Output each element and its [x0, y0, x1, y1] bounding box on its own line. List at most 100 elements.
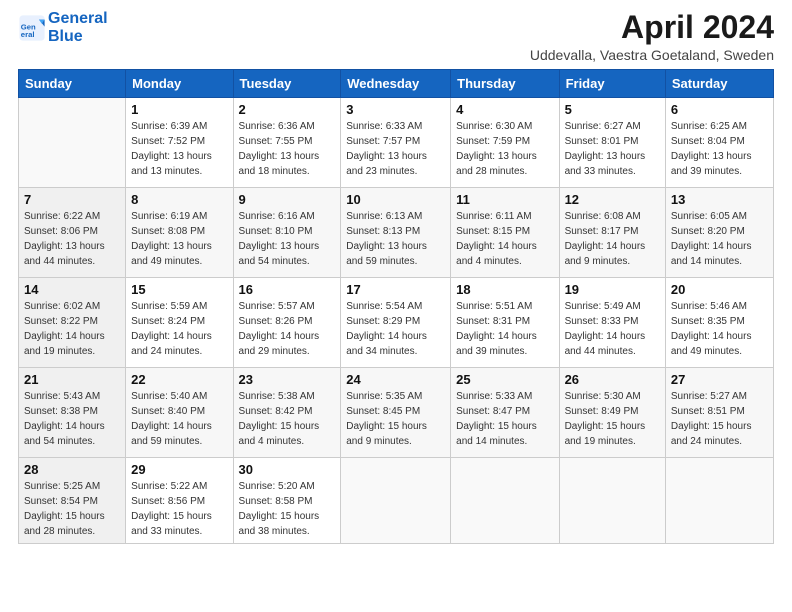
- calendar-cell: 10 Sunrise: 6:13 AM Sunset: 8:13 PM Dayli…: [341, 188, 451, 278]
- day-info: Sunrise: 6:16 AM Sunset: 8:10 PM Dayligh…: [239, 209, 336, 269]
- calendar-cell: 26 Sunrise: 5:30 AM Sunset: 8:49 PM Dayli…: [559, 368, 665, 458]
- day-number: 10: [346, 192, 445, 207]
- day-info: Sunrise: 5:20 AM Sunset: 8:58 PM Dayligh…: [239, 479, 336, 539]
- day-info: Sunrise: 5:22 AM Sunset: 8:56 PM Dayligh…: [131, 479, 227, 539]
- week-row-1: 1 Sunrise: 6:39 AM Sunset: 7:52 PM Daylig…: [19, 98, 774, 188]
- week-row-5: 28Sunrise: 5:25 AM Sunset: 8:54 PM Dayli…: [19, 458, 774, 544]
- calendar-cell: 14 Sunrise: 6:02 AM Sunset: 8:22 PM Dayli…: [19, 278, 126, 368]
- col-header-thursday: Thursday: [451, 70, 559, 98]
- day-info: Sunrise: 5:54 AM Sunset: 8:29 PM Dayligh…: [346, 299, 445, 359]
- calendar-cell: [19, 98, 126, 188]
- day-number: 20: [671, 282, 768, 297]
- day-number: 23: [239, 372, 336, 387]
- day-number: 12: [565, 192, 660, 207]
- week-row-2: 7Sunrise: 6:22 AM Sunset: 8:06 PM Daylig…: [19, 188, 774, 278]
- calendar-cell: 11 Sunrise: 6:11 AM Sunset: 8:15 PM Dayli…: [451, 188, 559, 278]
- day-info: Sunrise: 5:40 AM Sunset: 8:40 PM Dayligh…: [131, 389, 227, 449]
- day-info: Sunrise: 6:02 AM Sunset: 8:22 PM Dayligh…: [24, 299, 120, 359]
- calendar-cell: 15Sunrise: 5:59 AM Sunset: 8:24 PM Dayli…: [126, 278, 233, 368]
- title-block: April 2024 Uddevalla, Vaestra Goetaland,…: [530, 10, 774, 63]
- day-number: 14: [24, 282, 120, 297]
- day-number: 4: [456, 102, 553, 117]
- day-info: Sunrise: 5:46 AM Sunset: 8:35 PM Dayligh…: [671, 299, 768, 359]
- day-number: 6: [671, 102, 768, 117]
- day-info: Sunrise: 6:05 AM Sunset: 8:20 PM Dayligh…: [671, 209, 768, 269]
- day-info: Sunrise: 6:25 AM Sunset: 8:04 PM Dayligh…: [671, 119, 768, 179]
- calendar-header-row: SundayMondayTuesdayWednesdayThursdayFrid…: [19, 70, 774, 98]
- day-number: 25: [456, 372, 553, 387]
- col-header-friday: Friday: [559, 70, 665, 98]
- calendar-cell: 6 Sunrise: 6:25 AM Sunset: 8:04 PM Daylig…: [665, 98, 773, 188]
- day-number: 13: [671, 192, 768, 207]
- calendar-cell: 22 Sunrise: 5:40 AM Sunset: 8:40 PM Dayli…: [126, 368, 233, 458]
- day-info: Sunrise: 5:27 AM Sunset: 8:51 PM Dayligh…: [671, 389, 768, 449]
- svg-text:eral: eral: [21, 30, 35, 39]
- day-number: 19: [565, 282, 660, 297]
- calendar-cell: 19 Sunrise: 5:49 AM Sunset: 8:33 PM Dayli…: [559, 278, 665, 368]
- logo: Gen eral General Blue: [18, 10, 108, 45]
- day-info: Sunrise: 6:11 AM Sunset: 8:15 PM Dayligh…: [456, 209, 553, 269]
- week-row-4: 21Sunrise: 5:43 AM Sunset: 8:38 PM Dayli…: [19, 368, 774, 458]
- day-number: 17: [346, 282, 445, 297]
- calendar-cell: 17 Sunrise: 5:54 AM Sunset: 8:29 PM Dayli…: [341, 278, 451, 368]
- day-info: Sunrise: 6:08 AM Sunset: 8:17 PM Dayligh…: [565, 209, 660, 269]
- day-number: 18: [456, 282, 553, 297]
- page: Gen eral General Blue April 2024 Uddeval…: [0, 0, 792, 612]
- day-number: 5: [565, 102, 660, 117]
- col-header-wednesday: Wednesday: [341, 70, 451, 98]
- header: Gen eral General Blue April 2024 Uddeval…: [18, 10, 774, 63]
- calendar-cell: 27 Sunrise: 5:27 AM Sunset: 8:51 PM Dayli…: [665, 368, 773, 458]
- day-number: 11: [456, 192, 553, 207]
- day-info: Sunrise: 6:33 AM Sunset: 7:57 PM Dayligh…: [346, 119, 445, 179]
- calendar-cell: 20 Sunrise: 5:46 AM Sunset: 8:35 PM Dayli…: [665, 278, 773, 368]
- calendar-cell: 28Sunrise: 5:25 AM Sunset: 8:54 PM Dayli…: [19, 458, 126, 544]
- day-number: 16: [239, 282, 336, 297]
- logo-icon: Gen eral: [18, 14, 46, 42]
- calendar-cell: 30 Sunrise: 5:20 AM Sunset: 8:58 PM Dayli…: [233, 458, 341, 544]
- day-info: Sunrise: 6:36 AM Sunset: 7:55 PM Dayligh…: [239, 119, 336, 179]
- day-info: Sunrise: 5:30 AM Sunset: 8:49 PM Dayligh…: [565, 389, 660, 449]
- calendar-cell: 1 Sunrise: 6:39 AM Sunset: 7:52 PM Daylig…: [126, 98, 233, 188]
- day-number: 22: [131, 372, 227, 387]
- day-info: Sunrise: 5:57 AM Sunset: 8:26 PM Dayligh…: [239, 299, 336, 359]
- location-title: Uddevalla, Vaestra Goetaland, Sweden: [530, 47, 774, 63]
- day-info: Sunrise: 5:33 AM Sunset: 8:47 PM Dayligh…: [456, 389, 553, 449]
- day-info: Sunrise: 6:39 AM Sunset: 7:52 PM Dayligh…: [131, 119, 227, 179]
- day-info: Sunrise: 5:49 AM Sunset: 8:33 PM Dayligh…: [565, 299, 660, 359]
- day-info: Sunrise: 6:13 AM Sunset: 8:13 PM Dayligh…: [346, 209, 445, 269]
- calendar-cell: 25 Sunrise: 5:33 AM Sunset: 8:47 PM Dayli…: [451, 368, 559, 458]
- day-info: Sunrise: 5:43 AM Sunset: 8:38 PM Dayligh…: [24, 389, 120, 449]
- day-number: 2: [239, 102, 336, 117]
- day-info: Sunrise: 6:19 AM Sunset: 8:08 PM Dayligh…: [131, 209, 227, 269]
- day-number: 24: [346, 372, 445, 387]
- col-header-monday: Monday: [126, 70, 233, 98]
- day-number: 1: [131, 102, 227, 117]
- calendar-cell: 2 Sunrise: 6:36 AM Sunset: 7:55 PM Daylig…: [233, 98, 341, 188]
- day-info: Sunrise: 5:25 AM Sunset: 8:54 PM Dayligh…: [24, 479, 120, 539]
- calendar-cell: [451, 458, 559, 544]
- day-number: 26: [565, 372, 660, 387]
- day-number: 30: [239, 462, 336, 477]
- calendar-table: SundayMondayTuesdayWednesdayThursdayFrid…: [18, 69, 774, 544]
- col-header-saturday: Saturday: [665, 70, 773, 98]
- calendar-cell: 21Sunrise: 5:43 AM Sunset: 8:38 PM Dayli…: [19, 368, 126, 458]
- day-info: Sunrise: 5:38 AM Sunset: 8:42 PM Dayligh…: [239, 389, 336, 449]
- col-header-tuesday: Tuesday: [233, 70, 341, 98]
- calendar-cell: 13 Sunrise: 6:05 AM Sunset: 8:20 PM Dayli…: [665, 188, 773, 278]
- week-row-3: 14 Sunrise: 6:02 AM Sunset: 8:22 PM Dayli…: [19, 278, 774, 368]
- day-number: 3: [346, 102, 445, 117]
- calendar-cell: 8Sunrise: 6:19 AM Sunset: 8:08 PM Daylig…: [126, 188, 233, 278]
- day-number: 7: [24, 192, 120, 207]
- calendar-cell: [559, 458, 665, 544]
- logo-text: General Blue: [48, 10, 108, 45]
- calendar-cell: 29Sunrise: 5:22 AM Sunset: 8:56 PM Dayli…: [126, 458, 233, 544]
- calendar-cell: 9Sunrise: 6:16 AM Sunset: 8:10 PM Daylig…: [233, 188, 341, 278]
- calendar-cell: 3 Sunrise: 6:33 AM Sunset: 7:57 PM Daylig…: [341, 98, 451, 188]
- day-number: 27: [671, 372, 768, 387]
- day-info: Sunrise: 6:27 AM Sunset: 8:01 PM Dayligh…: [565, 119, 660, 179]
- calendar-cell: 5 Sunrise: 6:27 AM Sunset: 8:01 PM Daylig…: [559, 98, 665, 188]
- calendar-cell: [665, 458, 773, 544]
- day-info: Sunrise: 5:51 AM Sunset: 8:31 PM Dayligh…: [456, 299, 553, 359]
- day-info: Sunrise: 5:59 AM Sunset: 8:24 PM Dayligh…: [131, 299, 227, 359]
- calendar-cell: 12 Sunrise: 6:08 AM Sunset: 8:17 PM Dayli…: [559, 188, 665, 278]
